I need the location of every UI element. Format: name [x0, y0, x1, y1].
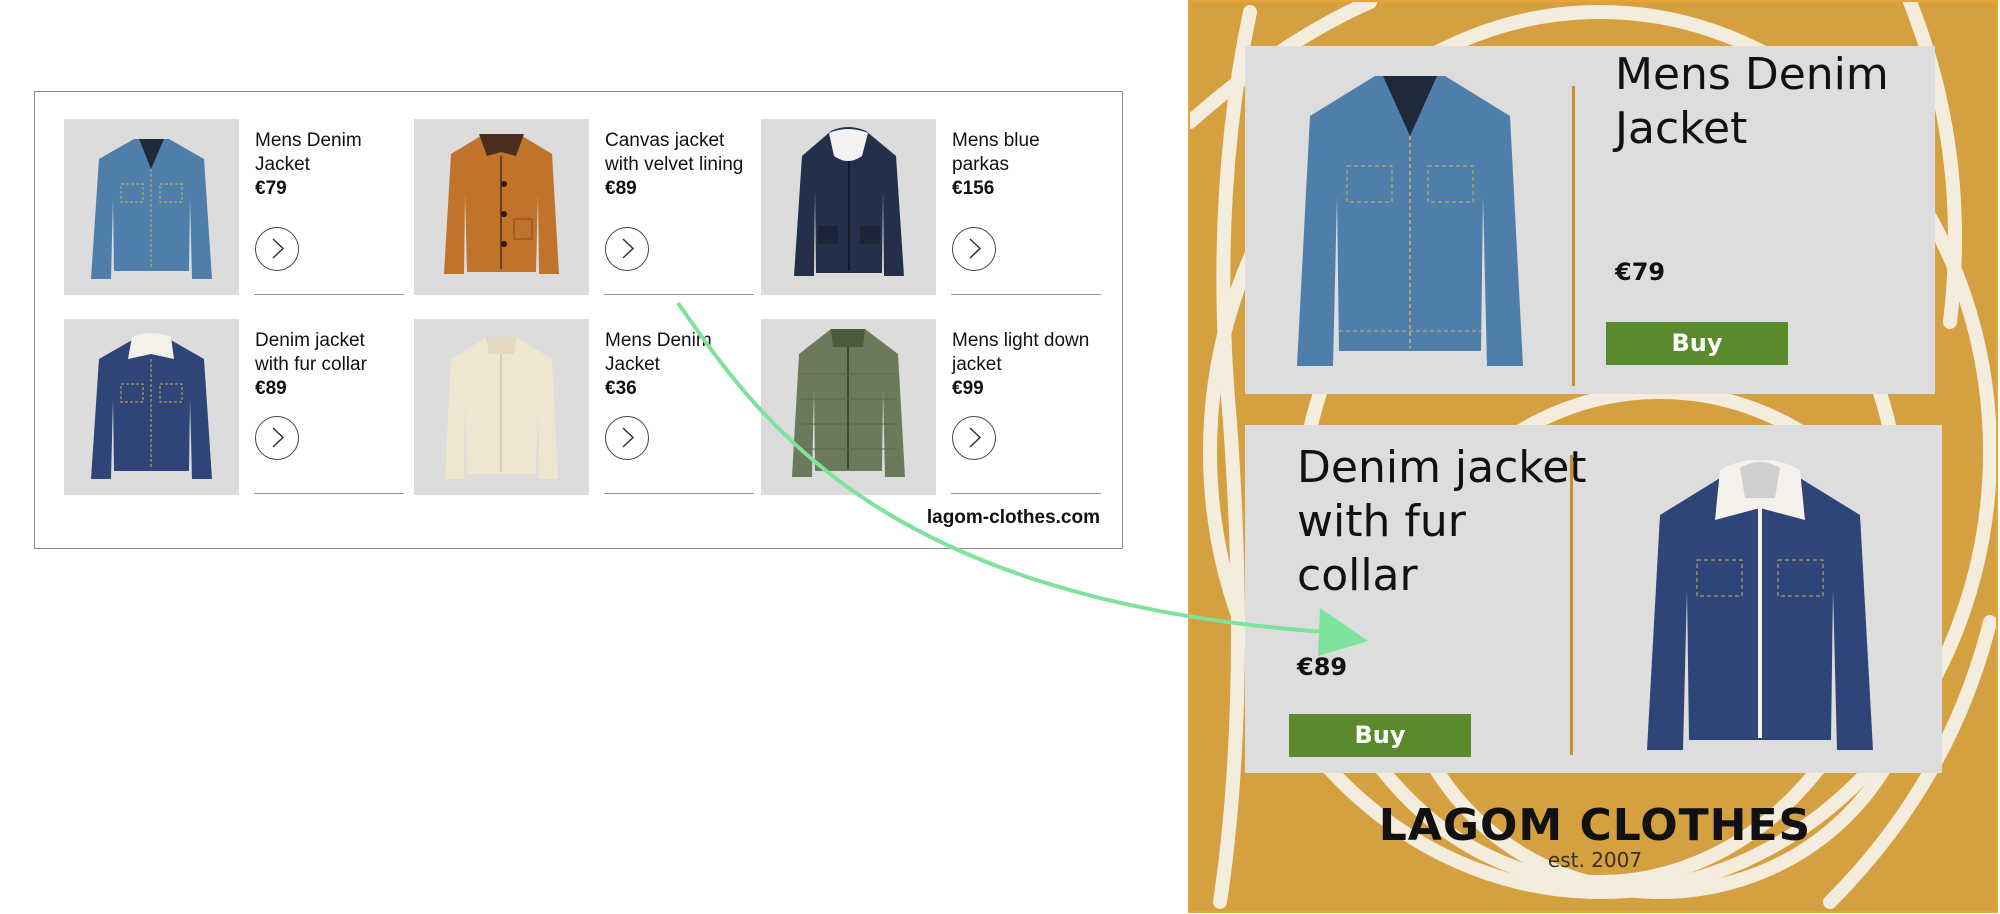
denim-jacket-image — [64, 119, 239, 295]
ad-product-price: €79 — [1615, 258, 1666, 286]
view-product-button[interactable] — [605, 227, 649, 271]
canvas-jacket-image — [414, 119, 589, 295]
product-price: €89 — [605, 178, 637, 199]
product-price: €99 — [952, 378, 984, 399]
parka-image — [761, 119, 936, 295]
divider — [1570, 455, 1573, 755]
divider — [254, 294, 404, 295]
ad-product-name: Denim jacket with fur collar — [1297, 442, 1587, 601]
fur-collar-jacket-image — [1647, 460, 1873, 750]
ad-panel-fur-collar-jacket: Denim jacket with fur collar €89 Buy — [1245, 425, 1942, 773]
divider — [951, 294, 1101, 295]
divider — [1572, 86, 1575, 386]
product-name: Mens Denim Jacket — [255, 130, 362, 175]
view-product-button[interactable] — [605, 416, 649, 460]
chevron-right-icon — [622, 427, 635, 448]
product-card-parka[interactable]: Mens blue parkas €156 — [761, 119, 1101, 295]
product-card-denim-jacket[interactable]: Mens Denim Jacket €79 — [64, 119, 404, 295]
brand-tagline: est. 2007 — [1547, 848, 1643, 872]
buy-button[interactable]: Buy — [1289, 714, 1471, 757]
chevron-right-icon — [272, 238, 285, 259]
product-card-cream-jacket[interactable]: Mens Denim Jacket €36 — [414, 319, 754, 495]
product-price: €156 — [952, 178, 995, 199]
product-price: €36 — [605, 378, 637, 399]
cream-jacket-image — [414, 319, 589, 495]
ad-banner: Mens Denim Jacket €79 Buy Denim jacket w… — [1188, 0, 1998, 913]
down-jacket-image — [761, 319, 936, 495]
ad-panel-denim-jacket: Mens Denim Jacket €79 Buy — [1245, 46, 1935, 394]
fur-collar-jacket-image — [64, 319, 239, 495]
chevron-right-icon — [969, 238, 982, 259]
product-price: €89 — [255, 378, 287, 399]
buy-button[interactable]: Buy — [1606, 322, 1788, 365]
denim-jacket-image — [1297, 76, 1523, 366]
chevron-right-icon — [272, 427, 285, 448]
divider — [254, 493, 404, 494]
ad-product-name: Mens Denim Jacket — [1615, 49, 1889, 154]
view-product-button[interactable] — [255, 416, 299, 460]
divider — [951, 493, 1101, 494]
product-catalog: Mens Denim Jacket €79 Canvas jacket with… — [34, 91, 1123, 549]
product-price: €79 — [255, 178, 287, 199]
chevron-right-icon — [622, 238, 635, 259]
product-name: Denim jacket with fur collar — [255, 330, 367, 375]
brand-logo: LAGOM CLOTHES — [1378, 800, 1812, 851]
product-card-down-jacket[interactable]: Mens light down jacket €99 — [761, 319, 1101, 495]
product-name: Mens Denim Jacket — [605, 330, 712, 375]
chevron-right-icon — [969, 427, 982, 448]
view-product-button[interactable] — [952, 227, 996, 271]
ad-product-price: €89 — [1297, 653, 1348, 681]
product-name: Canvas jacket with velvet lining — [605, 130, 744, 175]
view-product-button[interactable] — [255, 227, 299, 271]
product-name: Mens blue parkas — [952, 130, 1040, 175]
product-card-fur-collar-jacket[interactable]: Denim jacket with fur collar €89 — [64, 319, 404, 495]
product-name: Mens light down jacket — [952, 330, 1090, 375]
view-product-button[interactable] — [952, 416, 996, 460]
product-card-canvas-jacket[interactable]: Canvas jacket with velvet lining €89 — [414, 119, 754, 295]
site-url[interactable]: lagom-clothes.com — [927, 507, 1100, 529]
divider — [604, 294, 754, 295]
divider — [604, 493, 754, 494]
